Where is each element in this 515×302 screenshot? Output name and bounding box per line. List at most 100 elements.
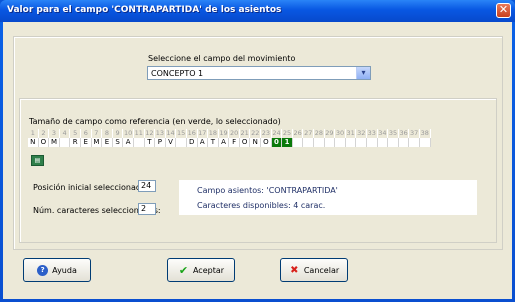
position-number-cell: 11	[134, 129, 145, 138]
position-number-cell: 36	[399, 129, 410, 138]
position-number-cell: 18	[208, 129, 219, 138]
chevron-down-icon[interactable]: ▾	[356, 67, 370, 79]
character-cell[interactable]: O	[38, 138, 50, 147]
character-cell[interactable]	[324, 138, 336, 147]
position-number-cell: 27	[304, 129, 315, 138]
accept-button-label: Aceptar	[192, 265, 225, 275]
position-number-cell: 13	[155, 129, 166, 138]
character-cell[interactable]: S	[112, 138, 124, 147]
position-number-cell: 10	[124, 129, 134, 138]
position-number-cell: 1	[28, 129, 39, 138]
character-cell[interactable]	[377, 138, 389, 147]
character-cell[interactable]: N	[250, 138, 262, 147]
size-reference-label: Tamaño de campo como referencia (en verd…	[29, 117, 281, 126]
cancel-button-label: Cancelar	[303, 265, 340, 275]
help-button[interactable]: ? Ayuda	[23, 258, 91, 282]
character-cell[interactable]: E	[80, 138, 92, 147]
position-number-cell: 38	[420, 129, 431, 138]
position-number-cell: 6	[81, 129, 92, 138]
character-cell[interactable]	[356, 138, 367, 147]
close-button[interactable]: ✕	[496, 3, 511, 18]
position-number-row: 1 2 3 4 5 6 7 8 9 10 11 12 13 14 15 16 17 18 19 20 21 22 23 24 2…	[28, 129, 431, 138]
character-cell[interactable]	[367, 138, 378, 147]
info-box: Campo asientos: 'CONTRAPARTIDA' Caracter…	[179, 180, 477, 215]
position-number-cell: 29	[325, 129, 336, 138]
position-number-cell: 25	[282, 129, 293, 138]
position-number-cell: 33	[367, 129, 378, 138]
target-field-text: Campo asientos: 'CONTRAPARTIDA'	[197, 186, 338, 195]
character-cell[interactable]: V	[165, 138, 177, 147]
dialog-window: Valor para el campo 'CONTRAPARTIDA' de l…	[0, 0, 515, 302]
character-cell[interactable]: N	[28, 138, 39, 147]
position-number-cell: 37	[410, 129, 420, 138]
position-number-cell: 7	[92, 129, 103, 138]
character-cell[interactable]: E	[102, 138, 113, 147]
position-number-cell: 3	[49, 129, 60, 138]
selected-character-cell[interactable]: 0	[271, 138, 283, 147]
position-number-cell: 24	[272, 129, 283, 138]
character-cell[interactable]: R	[70, 138, 81, 147]
character-cell[interactable]	[292, 138, 304, 147]
movement-field-select[interactable]: CONCEPTO 1 ▾	[147, 66, 371, 80]
position-number-cell: 31	[346, 129, 357, 138]
char-count-field[interactable]: 2	[138, 203, 156, 215]
character-cell[interactable]	[409, 138, 420, 147]
character-cell[interactable]: A	[197, 138, 209, 147]
dialog-body: Seleccione el campo del movimiento CONCE…	[3, 22, 512, 299]
select-field-label: Seleccione el campo del movimiento	[148, 54, 296, 63]
character-cell[interactable]	[388, 138, 399, 147]
start-position-field[interactable]: 24	[138, 180, 156, 192]
position-number-cell: 5	[70, 129, 81, 138]
character-cell[interactable]	[335, 138, 346, 147]
position-number-cell: 9	[113, 129, 124, 138]
position-number-cell: 21	[240, 129, 251, 138]
character-cell[interactable]	[314, 138, 325, 147]
start-position-label: Posición inicial seleccionada:	[33, 183, 149, 192]
character-cell[interactable]: A	[218, 138, 230, 147]
title-bar[interactable]: Valor para el campo 'CONTRAPARTIDA' de l…	[0, 0, 515, 22]
cancel-x-icon: ✖	[290, 264, 299, 276]
help-icon: ?	[37, 264, 49, 276]
character-cell[interactable]: P	[155, 138, 166, 147]
character-cell[interactable]	[133, 138, 145, 147]
position-number-cell: 30	[335, 129, 346, 138]
position-number-cell: 23	[261, 129, 272, 138]
character-cell[interactable]: O	[239, 138, 251, 147]
character-cell[interactable]: T	[208, 138, 219, 147]
character-cell[interactable]: D	[186, 138, 198, 147]
character-cell[interactable]: T	[144, 138, 156, 147]
character-cell[interactable]: A	[123, 138, 134, 147]
selected-character-cell[interactable]: 1	[282, 138, 293, 147]
position-number-cell: 4	[60, 129, 71, 138]
position-number-cell: 14	[166, 129, 177, 138]
character-row: NOMREMESATPVDATAFONO01	[28, 138, 431, 147]
character-grid: 1 2 3 4 5 6 7 8 9 10 11 12 13 14 15 16 17 18 19 20 21 22 23 24 2…	[28, 129, 431, 147]
checkmark-icon: ✔	[178, 263, 189, 277]
position-number-cell: 28	[314, 129, 325, 138]
character-cell[interactable]	[176, 138, 187, 147]
character-cell[interactable]	[419, 138, 431, 147]
character-cell[interactable]	[59, 138, 71, 147]
character-cell[interactable]: M	[49, 138, 60, 147]
help-button-label: Ayuda	[52, 265, 77, 275]
position-number-cell: 12	[145, 129, 156, 138]
position-number-cell: 19	[219, 129, 230, 138]
position-number-cell: 17	[198, 129, 209, 138]
position-number-cell: 20	[229, 129, 240, 138]
cancel-button[interactable]: ✖ Cancelar	[280, 258, 348, 282]
position-number-cell: 35	[388, 129, 399, 138]
accept-button[interactable]: ✔ Aceptar	[167, 258, 235, 282]
available-chars-text: Caracteres disponibles: 4 carac.	[197, 201, 326, 210]
character-cell[interactable]: F	[229, 138, 240, 147]
position-number-cell: 34	[378, 129, 389, 138]
character-cell[interactable]	[398, 138, 410, 147]
position-number-cell: 15	[176, 129, 187, 138]
position-number-cell: 22	[251, 129, 262, 138]
character-cell[interactable]	[345, 138, 357, 147]
grid-icon[interactable]: ▤	[31, 155, 44, 166]
position-number-cell: 16	[187, 129, 198, 138]
character-cell[interactable]: M	[91, 138, 103, 147]
character-cell[interactable]	[303, 138, 315, 147]
character-cell[interactable]: O	[261, 138, 272, 147]
position-number-cell: 8	[102, 129, 113, 138]
